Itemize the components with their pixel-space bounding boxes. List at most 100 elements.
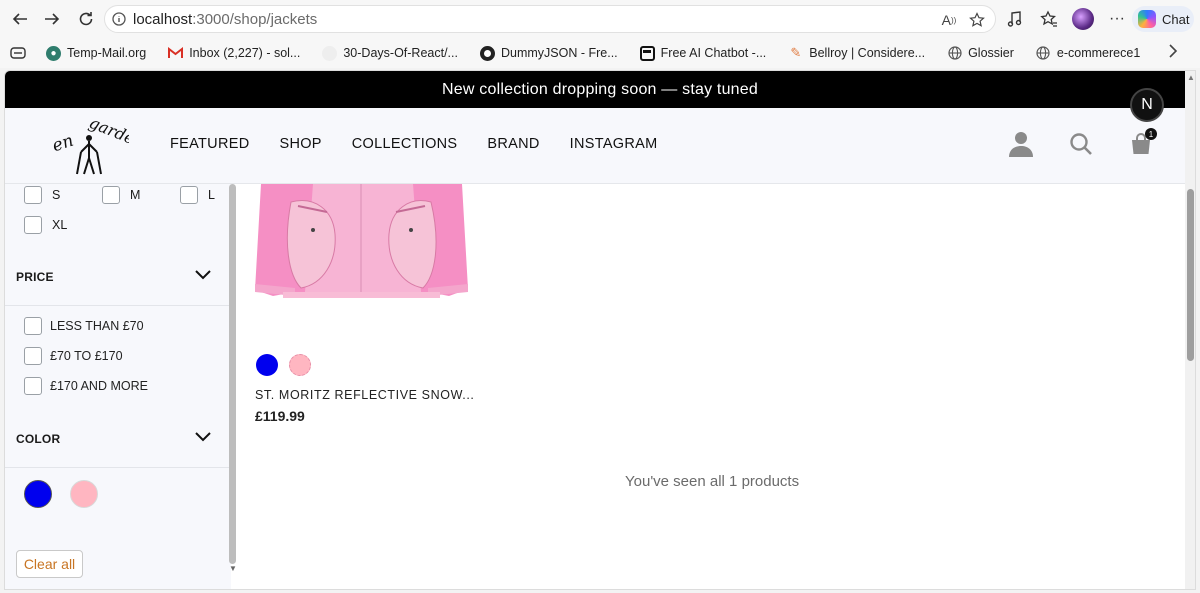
- bookmark-e-commerece1[interactable]: e-commerece1: [1036, 46, 1140, 61]
- price-option-70-170[interactable]: £70 TO £170: [24, 347, 123, 365]
- chevron-right-icon[interactable]: [1168, 44, 1178, 63]
- price-checkbox[interactable]: [24, 347, 42, 365]
- page-scrollbar[interactable]: ▲: [1185, 71, 1195, 589]
- bookmark-label: e-commerece1: [1056, 46, 1141, 60]
- size-l-checkbox[interactable]: [180, 186, 198, 204]
- url-host: localhost: [133, 10, 193, 28]
- page-viewport: New collection dropping soon — stay tune…: [4, 70, 1196, 590]
- product-price: £119.99: [255, 408, 305, 424]
- size-xl-option[interactable]: XL: [24, 216, 67, 234]
- product-image[interactable]: [253, 184, 470, 307]
- chatbot-icon: [639, 45, 655, 61]
- size-options: S M L: [24, 186, 215, 204]
- bookmark-label: Temp-Mail.org: [67, 46, 147, 60]
- svg-text:garde: garde: [87, 114, 129, 148]
- chat-label: Chat: [1162, 11, 1190, 27]
- bookmark-chatbot[interactable]: Free AI Chatbot -...: [639, 45, 767, 61]
- price-option-label: £70 TO £170: [50, 349, 123, 363]
- back-icon[interactable]: [4, 3, 36, 35]
- bookmark-gmail[interactable]: Inbox (2,227) - sol...: [168, 46, 300, 61]
- bellroy-icon: ✎: [790, 45, 802, 60]
- copilot-icon: [1138, 10, 1156, 28]
- bookmark-label: DummyJSON - Fre...: [500, 46, 618, 60]
- cart-count-badge: 1: [1145, 128, 1157, 140]
- clear-all-button[interactable]: Clear all: [16, 550, 83, 578]
- search-icon[interactable]: [1067, 130, 1095, 158]
- bookmark-label: Inbox (2,227) - sol...: [189, 46, 301, 60]
- nav-brand[interactable]: BRAND: [487, 136, 539, 152]
- scroll-down-arrow-icon[interactable]: ▼: [229, 564, 237, 573]
- url-text: localhost:3000/shop/jackets: [133, 11, 317, 28]
- pink-jacket-image: [253, 184, 470, 307]
- globe-icon: [947, 46, 962, 61]
- size-xl-checkbox[interactable]: [24, 216, 42, 234]
- read-aloud-icon[interactable]: A)): [939, 10, 959, 30]
- bookmarks-bar: ● Temp-Mail.org Inbox (2,227) - sol... 3…: [0, 38, 1200, 68]
- media-icon[interactable]: [1000, 5, 1030, 33]
- size-label: M: [130, 188, 141, 202]
- avatar: [1072, 8, 1094, 30]
- cart-icon[interactable]: 1: [1127, 128, 1157, 158]
- bookmark-bellroy[interactable]: ✎ Bellroy | Considere...: [788, 45, 925, 61]
- nav-collections[interactable]: COLLECTIONS: [352, 136, 458, 152]
- forward-icon[interactable]: [36, 3, 68, 35]
- size-m-option[interactable]: M: [102, 186, 166, 204]
- site-info-icon[interactable]: [105, 5, 133, 33]
- price-checkbox[interactable]: [24, 377, 42, 395]
- ellipsis-icon[interactable]: ···: [1102, 5, 1132, 33]
- user-icon[interactable]: [1007, 130, 1035, 158]
- price-option-label: LESS THAN £70: [50, 319, 144, 333]
- bookmark-github[interactable]: 30-Days-Of-React/...: [322, 45, 458, 61]
- scroll-up-arrow-icon[interactable]: ▲: [1187, 73, 1195, 82]
- size-s-checkbox[interactable]: [24, 186, 42, 204]
- temp-mail-icon: ●: [46, 45, 61, 61]
- product-color-blue[interactable]: [256, 354, 278, 376]
- filter-sidebar: S M L XL PRICE LESS THAN £70 £70 TO £170…: [5, 184, 231, 589]
- size-l-option[interactable]: L: [180, 186, 215, 204]
- price-filter-title[interactable]: PRICE: [16, 270, 54, 284]
- refresh-icon[interactable]: [70, 3, 102, 35]
- announcement-bar: New collection dropping soon — stay tune…: [5, 71, 1195, 108]
- scrollbar-thumb[interactable]: [1187, 189, 1194, 361]
- profile-avatar[interactable]: [1068, 5, 1098, 33]
- size-label: S: [52, 188, 61, 202]
- nav-instagram[interactable]: INSTAGRAM: [570, 136, 658, 152]
- end-of-list-message: You've seen all 1 products: [625, 473, 800, 490]
- product-name[interactable]: ST. MORITZ REFLECTIVE SNOW...: [255, 388, 475, 402]
- color-filter-title[interactable]: COLOR: [16, 432, 60, 446]
- bookmark-glossier[interactable]: Glossier: [947, 46, 1014, 61]
- color-swatch-blue[interactable]: [24, 480, 52, 508]
- price-option-under-70[interactable]: LESS THAN £70: [24, 317, 144, 335]
- color-swatch-pink[interactable]: [70, 480, 98, 508]
- en-garde-logo[interactable]: en garde: [51, 114, 129, 180]
- nav-shop[interactable]: SHOP: [279, 136, 321, 152]
- dummyjson-icon: [479, 45, 495, 61]
- favorite-star-icon[interactable]: [967, 10, 987, 30]
- chevron-down-icon[interactable]: [195, 270, 211, 280]
- size-label: L: [208, 188, 215, 202]
- url-path: :3000/shop/jackets: [192, 10, 318, 28]
- chevron-down-icon[interactable]: [195, 432, 211, 442]
- main-nav: FEATURED SHOP COLLECTIONS BRAND INSTAGRA…: [170, 136, 658, 152]
- reading-list-icon[interactable]: [10, 46, 26, 60]
- size-m-checkbox[interactable]: [102, 186, 120, 204]
- address-bar[interactable]: localhost:3000/shop/jackets A)): [104, 5, 996, 33]
- price-option-170-plus[interactable]: £170 AND MORE: [24, 377, 148, 395]
- gmail-icon: [168, 46, 184, 61]
- product-color-pink[interactable]: [289, 354, 311, 376]
- size-s-option[interactable]: S: [24, 186, 88, 204]
- svg-text:en: en: [51, 131, 76, 157]
- sidebar-scrollbar[interactable]: [229, 184, 236, 564]
- bookmark-label: 30-Days-Of-React/...: [343, 46, 458, 60]
- size-label: XL: [52, 218, 68, 232]
- github-icon: [322, 45, 338, 61]
- bookmark-label: Free AI Chatbot -...: [660, 46, 767, 60]
- copilot-chat-button[interactable]: Chat: [1132, 6, 1194, 32]
- price-checkbox[interactable]: [24, 317, 42, 335]
- divider: [5, 467, 231, 468]
- nextjs-dev-badge[interactable]: N: [1130, 88, 1164, 122]
- bookmark-temp-mail[interactable]: ● Temp-Mail.org: [46, 45, 147, 61]
- bookmark-dummyjson[interactable]: DummyJSON - Fre...: [479, 45, 618, 61]
- favorites-icon[interactable]: [1034, 5, 1064, 33]
- nav-featured[interactable]: FEATURED: [170, 136, 249, 152]
